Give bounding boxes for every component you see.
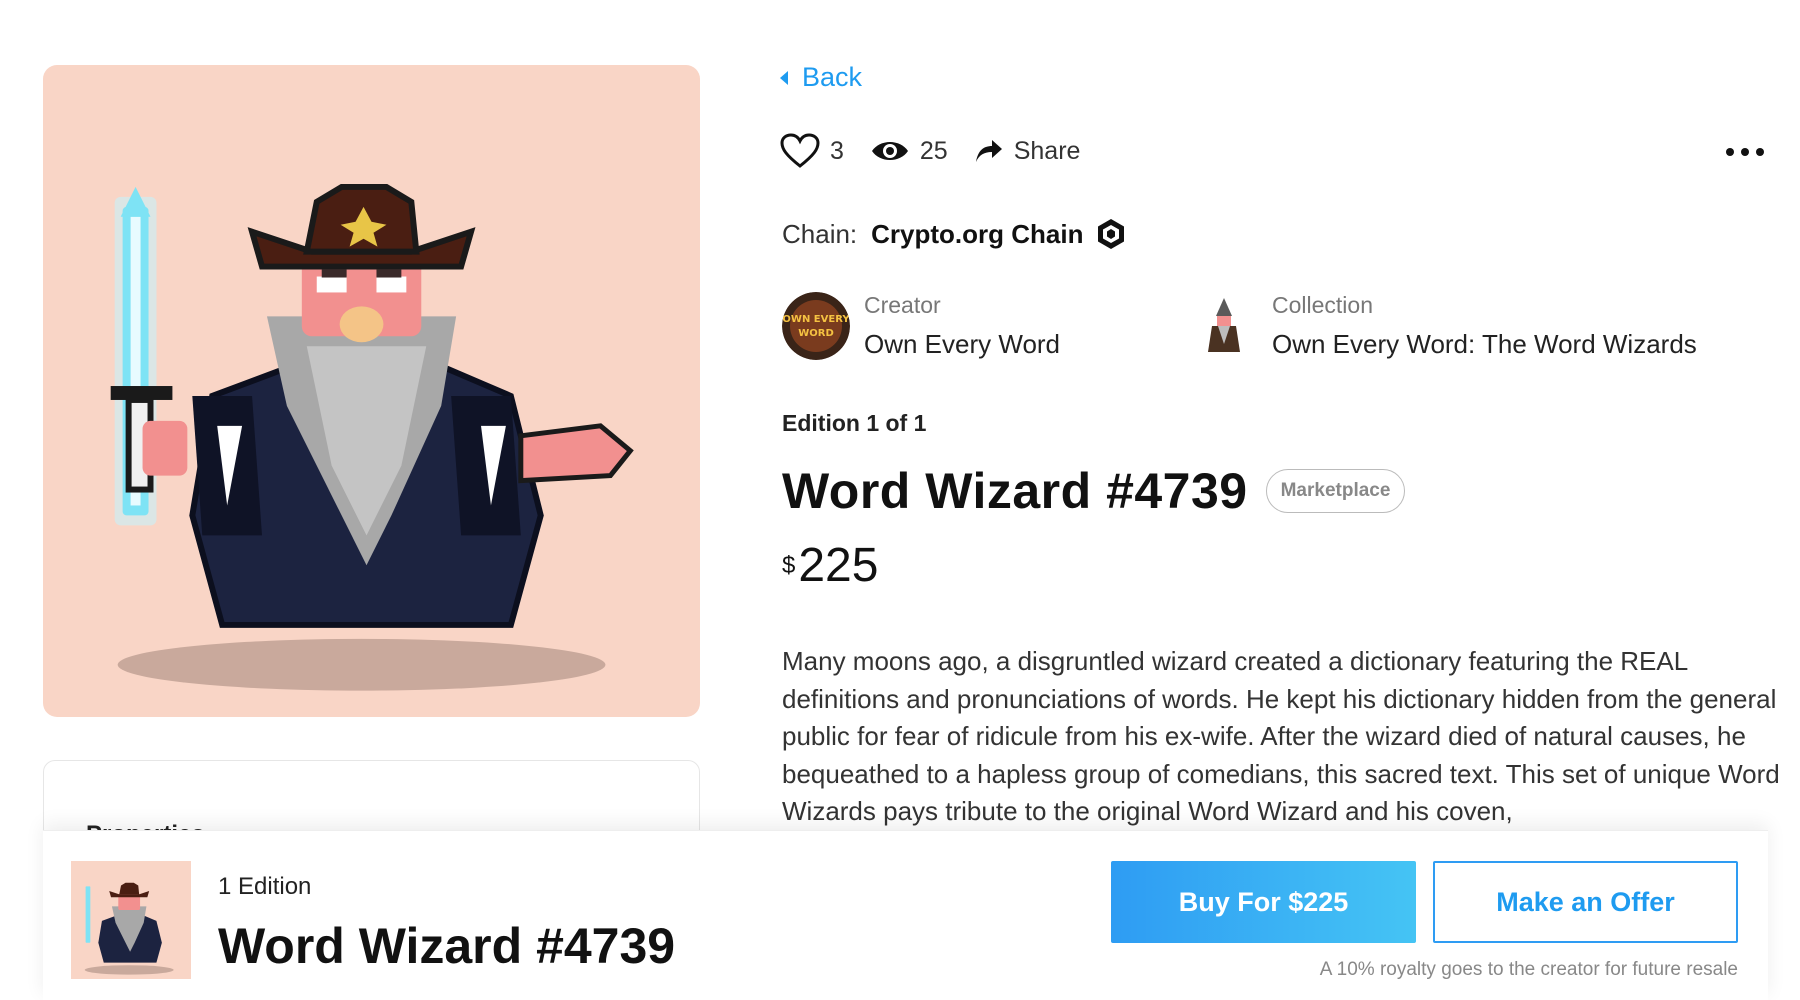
chain-label: Chain: [782,218,858,249]
view-count: 25 [919,136,948,165]
description-text: Many moons ago, a disgruntled wizard cre… [782,646,1780,826]
thumbnail-image [71,861,191,979]
make-offer-button[interactable]: Make an Offer [1433,861,1738,943]
buy-button[interactable]: Buy For $225 [1111,861,1416,943]
bottom-title: Word Wizard #4739 [218,918,676,974]
title-row: Word Wizard #4739 Marketplace [782,462,1406,520]
marketplace-badge: Marketplace [1265,469,1406,513]
creator-avatar-text: OWN EVERY [782,314,850,325]
wizard-illustration [110,183,634,691]
creator-link[interactable]: OWN EVERY WORD Creator Own Every Word [782,292,1060,360]
svg-text:WORD: WORD [798,328,834,339]
purchase-bar: 1 Edition Word Wizard #4739 Buy For $225… [43,830,1768,1000]
back-link[interactable]: Back [780,62,862,93]
share-button[interactable]: Share [974,136,1081,166]
chain-info: Chain: Crypto.org Chain [782,218,1126,250]
collection-avatar [1190,292,1258,360]
edition-count: 1 Edition [218,873,312,900]
collection-name: Own Every Word: The Word Wizards [1272,329,1697,359]
heart-icon [780,133,820,168]
artwork-image[interactable] [43,65,700,717]
creator-label: Creator [864,292,941,318]
like-button[interactable]: 3 [780,133,844,169]
price: $ 225 [782,538,878,593]
stats-row: 3 25 Share [780,133,1106,169]
collection-label: Collection [1272,292,1373,318]
cronos-chain-icon [1097,219,1124,249]
share-arrow-icon [975,140,1002,162]
caret-left-icon [780,70,788,85]
edition-info: Edition 1 of 1 [782,410,927,436]
creator-name: Own Every Word [864,329,1061,359]
more-options-icon[interactable] [1726,148,1764,156]
royalty-note: A 10% royalty goes to the creator for fu… [1319,959,1738,980]
chain-name: Crypto.org Chain [871,218,1084,249]
eye-icon [871,142,908,160]
share-label: Share [1013,136,1081,165]
like-count: 3 [830,136,844,165]
page-title: Word Wizard #4739 [782,463,1248,519]
view-count-stat: 25 [870,137,948,166]
price-currency: $ [782,552,796,579]
back-label: Back [802,62,863,92]
collection-link[interactable]: Collection Own Every Word: The Word Wiza… [1190,292,1697,360]
price-value: 225 [798,539,879,592]
creator-avatar: OWN EVERY WORD [782,292,850,360]
